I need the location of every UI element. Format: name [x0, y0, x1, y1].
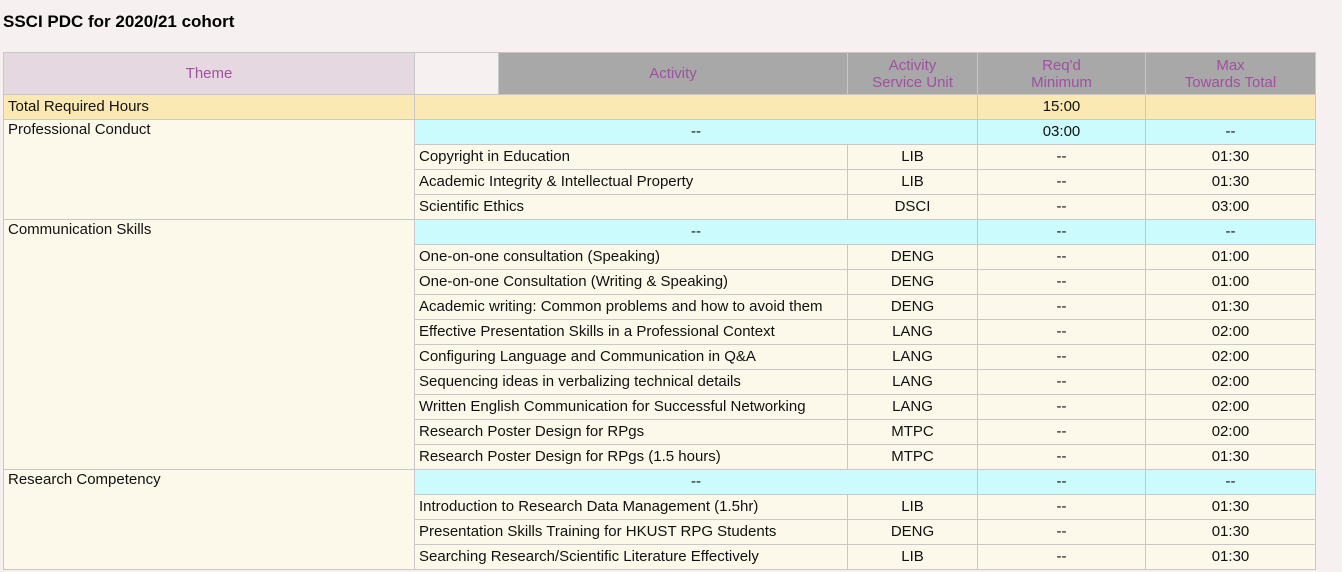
activity-service-unit: LANG: [847, 369, 978, 395]
activity-minimum: --: [977, 144, 1146, 170]
total-label: Total Required Hours: [3, 94, 415, 120]
header-max-line1: Max: [1216, 56, 1245, 74]
header-minimum-line2: Minimum: [1031, 73, 1092, 91]
activity-name: One-on-one Consultation (Writing & Speak…: [414, 269, 848, 295]
activity-max: 03:00: [1145, 194, 1316, 220]
activity-minimum: --: [977, 294, 1146, 320]
theme-name: Professional Conduct: [3, 119, 415, 220]
theme-summary-max: --: [1145, 219, 1316, 245]
activity-minimum: --: [977, 544, 1146, 570]
activity-service-unit: DENG: [847, 269, 978, 295]
total-minimum: 15:00: [977, 94, 1146, 120]
theme-summary-row: Research Competency -- -- --: [3, 469, 1316, 570]
activity-service-unit: DENG: [847, 244, 978, 270]
header-service-unit-line1: Activity: [888, 56, 937, 74]
activity-name: One-on-one consultation (Speaking): [414, 244, 848, 270]
theme-summary-activity: --: [414, 469, 978, 495]
activity-minimum: --: [977, 169, 1146, 195]
activity-max: 02:00: [1145, 419, 1316, 445]
activity-minimum: --: [977, 244, 1146, 270]
activity-max: 01:00: [1145, 269, 1316, 295]
activity-max: 01:30: [1145, 494, 1316, 520]
activity-service-unit: DENG: [847, 294, 978, 320]
activity-name: Academic writing: Common problems and ho…: [414, 294, 848, 320]
activity-minimum: --: [977, 444, 1146, 470]
activity-service-unit: LANG: [847, 344, 978, 370]
theme-summary-minimum: --: [977, 469, 1146, 495]
activity-name: Introduction to Research Data Management…: [414, 494, 848, 520]
activity-name: Research Poster Design for RPgs: [414, 419, 848, 445]
activity-minimum: --: [977, 344, 1146, 370]
activity-minimum: --: [977, 319, 1146, 345]
activity-service-unit: LANG: [847, 394, 978, 420]
page-title: SSCI PDC for 2020/21 cohort: [3, 12, 235, 31]
activity-minimum: --: [977, 369, 1146, 395]
activity-service-unit: MTPC: [847, 419, 978, 445]
theme-summary-max: --: [1145, 469, 1316, 495]
activity-max: 01:30: [1145, 144, 1316, 170]
theme-summary-activity: --: [414, 119, 978, 145]
activity-service-unit: DSCI: [847, 194, 978, 220]
theme-summary-max: --: [1145, 119, 1316, 145]
total-row: Total Required Hours 15:00: [3, 94, 1316, 120]
activity-minimum: --: [977, 519, 1146, 545]
activity-service-unit: DENG: [847, 519, 978, 545]
activity-max: 01:30: [1145, 294, 1316, 320]
theme-name: Communication Skills: [3, 219, 415, 470]
theme-summary-minimum: --: [977, 219, 1146, 245]
header-max: Max Towards Total: [1145, 52, 1316, 95]
header-theme: Theme: [3, 52, 415, 95]
header-service-unit: Activity Service Unit: [847, 52, 978, 95]
total-max-cell: [1145, 94, 1316, 120]
activity-minimum: --: [977, 394, 1146, 420]
activity-max: 01:30: [1145, 544, 1316, 570]
activity-service-unit: LIB: [847, 494, 978, 520]
activity-minimum: --: [977, 419, 1146, 445]
activity-minimum: --: [977, 494, 1146, 520]
header-row: Theme Activity Activity Service Unit Req…: [3, 52, 1316, 95]
activity-service-unit: LIB: [847, 169, 978, 195]
activity-name: Presentation Skills Training for HKUST R…: [414, 519, 848, 545]
activity-max: 02:00: [1145, 344, 1316, 370]
header-max-line2: Towards Total: [1184, 73, 1277, 91]
header-service-unit-line2: Service Unit: [872, 73, 953, 91]
activity-max: 02:00: [1145, 369, 1316, 395]
theme-name: Research Competency: [3, 469, 415, 570]
theme-summary-minimum: 03:00: [977, 119, 1146, 145]
header-activity-spacer: [414, 52, 499, 95]
activity-name: Configuring Language and Communication i…: [414, 344, 848, 370]
theme-summary-row: Communication Skills -- -- --: [3, 219, 1316, 470]
activity-name: Copyright in Education: [414, 144, 848, 170]
activity-max: 02:00: [1145, 319, 1316, 345]
activity-name: Academic Integrity & Intellectual Proper…: [414, 169, 848, 195]
activity-name: Scientific Ethics: [414, 194, 848, 220]
activity-minimum: --: [977, 194, 1146, 220]
header-minimum-line1: Req'd: [1042, 56, 1081, 74]
activity-service-unit: MTPC: [847, 444, 978, 470]
activity-name: Written English Communication for Succes…: [414, 394, 848, 420]
activity-max: 01:00: [1145, 244, 1316, 270]
activity-minimum: --: [977, 269, 1146, 295]
pdc-table: Theme Activity Activity Service Unit Req…: [3, 52, 1316, 570]
activity-max: 02:00: [1145, 394, 1316, 420]
activity-max: 01:30: [1145, 519, 1316, 545]
activity-name: Searching Research/Scientific Literature…: [414, 544, 848, 570]
activity-name: Research Poster Design for RPgs (1.5 hou…: [414, 444, 848, 470]
total-activity-cell: [414, 94, 978, 120]
header-activity: Activity: [498, 52, 848, 95]
activity-max: 01:30: [1145, 444, 1316, 470]
activity-name: Effective Presentation Skills in a Profe…: [414, 319, 848, 345]
activity-service-unit: LIB: [847, 144, 978, 170]
activity-name: Sequencing ideas in verbalizing technica…: [414, 369, 848, 395]
header-minimum: Req'd Minimum: [977, 52, 1146, 95]
theme-summary-activity: --: [414, 219, 978, 245]
activity-service-unit: LIB: [847, 544, 978, 570]
theme-summary-row: Professional Conduct -- 03:00 --: [3, 119, 1316, 220]
activity-max: 01:30: [1145, 169, 1316, 195]
activity-service-unit: LANG: [847, 319, 978, 345]
